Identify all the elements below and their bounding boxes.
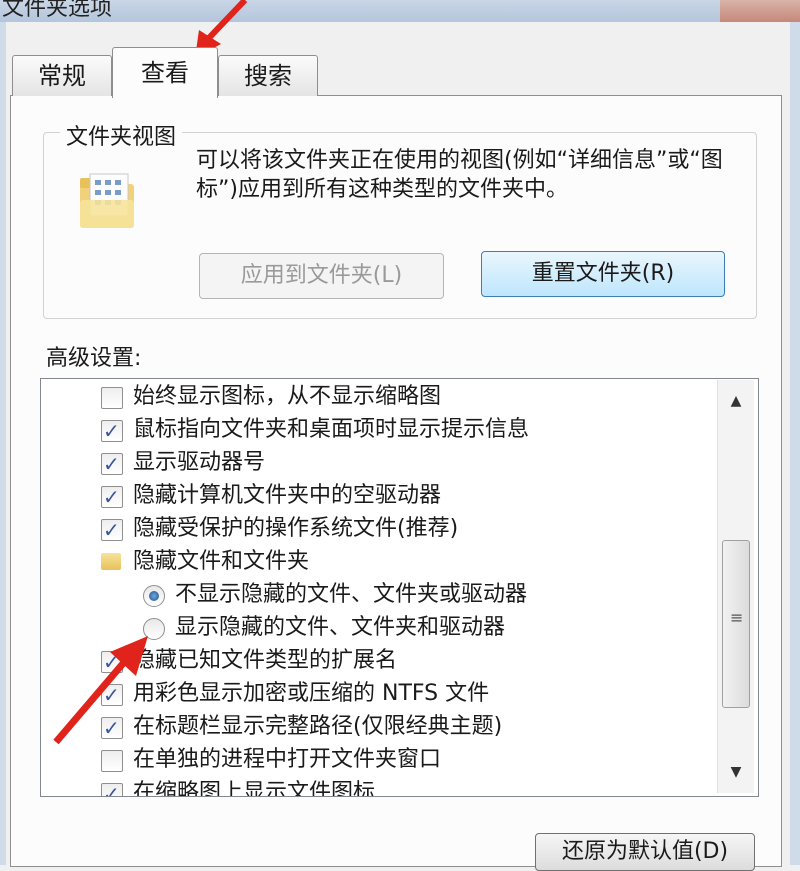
folder-icon xyxy=(101,553,121,570)
radio-button[interactable] xyxy=(143,585,165,607)
annotation-arrow-icon xyxy=(53,636,148,745)
close-button[interactable] xyxy=(720,0,800,22)
list-item-label: 用彩色显示加密或压缩的 NTFS 文件 xyxy=(133,681,490,706)
checkmark-icon: ✓ xyxy=(103,518,120,542)
advanced-settings-label: 高级设置: xyxy=(46,346,142,371)
window-border xyxy=(0,22,6,865)
grip-icon: ≡ xyxy=(730,608,744,627)
apply-to-folders-button[interactable]: 应用到文件夹(L) xyxy=(199,253,444,299)
scroll-down-arrow-icon[interactable]: ▼ xyxy=(718,755,754,789)
list-item-label: 显示驱动器号 xyxy=(133,450,266,475)
checkbox[interactable]: ✓ xyxy=(101,782,123,796)
checkbox[interactable]: ✓ xyxy=(101,485,123,509)
window-title: 文件夹选项 xyxy=(2,0,113,21)
list-item-label: 鼠标指向文件夹和桌面项时显示提示信息 xyxy=(133,417,530,442)
list-item-label: 隐藏已知文件类型的扩展名 xyxy=(133,648,398,673)
list-item-label: 显示隐藏的文件、文件夹和驱动器 xyxy=(175,615,506,640)
checkmark-icon: ✓ xyxy=(103,485,120,509)
window-border xyxy=(790,22,800,865)
list-item-label: 在标题栏显示完整路径(仅限经典主题) xyxy=(133,714,503,739)
checkmark-icon: ✓ xyxy=(103,782,120,797)
checkbox[interactable] xyxy=(101,387,123,409)
checkbox[interactable]: ✓ xyxy=(101,452,123,476)
checkmark-icon: ✓ xyxy=(103,419,120,443)
group-title: 文件夹视图 xyxy=(60,119,183,151)
folder-views-description: 可以将该文件夹正在使用的视图(例如“详细信息”或“图标”)应用到所有这种类型的文… xyxy=(196,148,723,202)
checkbox[interactable]: ✓ xyxy=(101,419,123,443)
vertical-scrollbar[interactable]: ▲ ≡ ▼ xyxy=(717,380,754,793)
restore-defaults-button[interactable]: 还原为默认值(D) xyxy=(535,833,755,871)
list-item-label: 在缩略图上显示文件图标 xyxy=(133,780,376,797)
radio-selected-icon xyxy=(149,591,159,601)
list-item-label: 隐藏文件和文件夹 xyxy=(133,549,310,574)
checkbox[interactable]: ✓ xyxy=(101,518,123,542)
list-item-label: 隐藏计算机文件夹中的空驱动器 xyxy=(133,483,442,508)
reset-folders-button[interactable]: 重置文件夹(R) xyxy=(481,251,725,297)
title-bar: 文件夹选项 xyxy=(0,0,800,22)
tab-general[interactable]: 常规 xyxy=(12,55,112,96)
list-item-label: 在单独的进程中打开文件夹窗口 xyxy=(133,747,442,772)
scrollbar-thumb[interactable]: ≡ xyxy=(722,540,750,708)
scroll-up-arrow-icon[interactable]: ▲ xyxy=(718,384,754,418)
tab-view[interactable]: 查看 xyxy=(112,47,218,98)
list-item-label: 始终显示图标，从不显示缩略图 xyxy=(133,384,442,409)
list-item-label: 不显示隐藏的文件、文件夹或驱动器 xyxy=(175,582,528,607)
checkbox[interactable] xyxy=(101,750,123,772)
checkmark-icon: ✓ xyxy=(103,452,120,476)
list-item-label: 隐藏受保护的操作系统文件(推荐) xyxy=(133,516,459,541)
folder-view-icon xyxy=(78,170,138,232)
